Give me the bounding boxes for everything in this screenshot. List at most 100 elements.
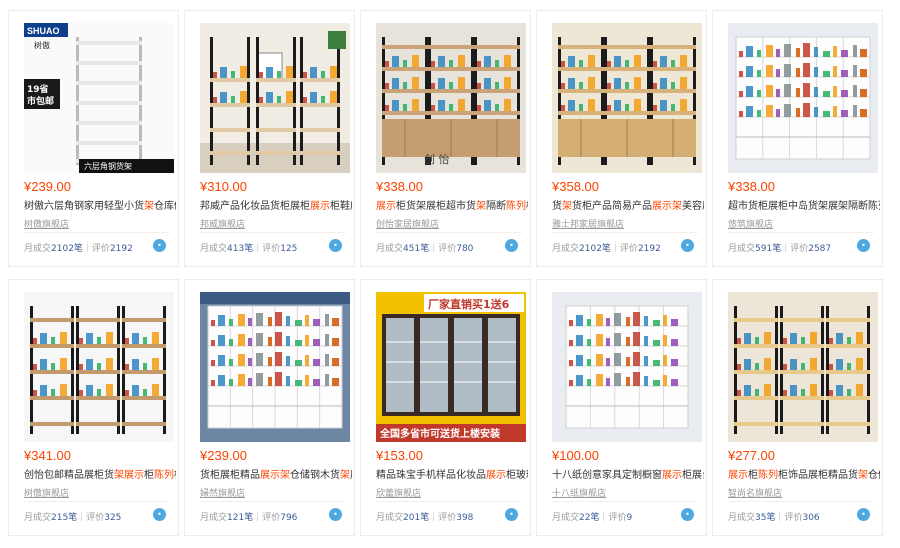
product-price: ¥358.00: [552, 179, 599, 194]
product-image[interactable]: [200, 292, 350, 442]
monthly-sales: 2102笔: [579, 244, 611, 254]
product-image[interactable]: [728, 23, 878, 173]
shop-name-link[interactable]: 婦然旗舰店: [200, 486, 245, 499]
shop-name-link[interactable]: 雅士邦家居旗舰店: [552, 217, 624, 230]
product-card[interactable]: SHUAO 树傲 19省 市包邮 六层角钢货架 ¥239.00 树傲六层角钢家用轻型小货架仓…: [8, 10, 179, 267]
product-price: ¥239.00: [24, 179, 71, 194]
wangwang-chat-icon[interactable]: •: [681, 508, 694, 521]
product-card[interactable]: ¥277.00 展示柜陈列柜饰品展柜精品货架仓储家智尚名旗舰店月成交35笔评价30…: [712, 279, 883, 536]
product-card[interactable]: 厂家直销买1送6 全国多省市可送货上楼安装 ¥153.00 精品珠宝手机样品化妆品展示…: [360, 279, 531, 536]
product-card[interactable]: ¥358.00 货架货柜产品简易产品展示架美容展柜雅士邦家居旗舰店月成交2102笔…: [536, 10, 707, 267]
product-image[interactable]: [552, 292, 702, 442]
shop-name-link[interactable]: 悠筑旗舰店: [728, 217, 773, 230]
title-text: 柜玻璃柜: [506, 470, 528, 481]
title-keyword-highlight: 陈列: [506, 201, 526, 212]
product-title-link[interactable]: 展示柜陈列柜饰品展柜精品货架仓储家: [728, 469, 880, 482]
wangwang-chat-icon[interactable]: •: [153, 508, 166, 521]
wangwang-chat-icon[interactable]: •: [329, 239, 342, 252]
promo-banner-top: 厂家直销买1送6: [428, 297, 510, 311]
card-divider: [728, 232, 874, 233]
product-title-link[interactable]: 精品珠宝手机样品化妆品展示柜玻璃柜: [376, 469, 528, 482]
product-image-graphic: 厂家直销买1送6 全国多省市可送货上楼安装: [376, 292, 526, 442]
product-card[interactable]: ¥310.00 邦威产品化妆品货柜展柜展示柜鞋店货邦威旗舰店月成交413笔评价12…: [184, 10, 355, 267]
brand-logo: SHUAO: [27, 26, 60, 36]
shop-name-link[interactable]: 十八纸旗舰店: [552, 486, 606, 499]
sales-stats: 月成交451笔 评价780: [376, 241, 473, 254]
wangwang-chat-icon[interactable]: •: [153, 239, 166, 252]
review-count: 780: [456, 244, 474, 254]
product-title-link[interactable]: 邦威产品化妆品货柜展柜展示柜鞋店货: [200, 200, 352, 213]
title-text: 柜精: [526, 201, 528, 212]
reviews-label: 评价: [619, 244, 638, 254]
product-title-link[interactable]: 货柜展柜精品展示架仓储钢木货架屏风: [200, 469, 352, 482]
product-price: ¥153.00: [376, 448, 423, 463]
stats-separator: [86, 243, 88, 252]
product-card[interactable]: 创 怡 ¥338.00 展示柜货架展柜超市货架隔断陈列柜精创怡家居旗舰店月成交451…: [360, 10, 531, 267]
monthly-sales: 121笔: [227, 513, 254, 523]
product-image-graphic: [552, 292, 702, 442]
wangwang-chat-icon[interactable]: •: [329, 508, 342, 521]
wangwang-chat-icon[interactable]: •: [681, 239, 694, 252]
product-image[interactable]: [200, 23, 350, 173]
product-card[interactable]: ¥239.00 货柜展柜精品展示架仓储钢木货架屏风婦然旗舰店月成交121笔评价79…: [184, 279, 355, 536]
review-count: 2192: [637, 244, 661, 254]
product-price: ¥338.00: [728, 179, 775, 194]
product-image-graphic: [200, 292, 350, 442]
product-image[interactable]: SHUAO 树傲 19省 市包邮 六层角钢货架: [24, 23, 174, 173]
reviews-label: 评价: [262, 513, 281, 523]
card-divider: [728, 501, 874, 502]
product-title-link[interactable]: 十八纸创意家具定制橱窗展示柜展台展: [552, 469, 704, 482]
sales-stats: 月成交591笔 评价2587: [728, 241, 831, 254]
brand-logo-sub: 树傲: [34, 40, 50, 50]
product-title-link[interactable]: 展示柜货架展柜超市货架隔断陈列柜精: [376, 200, 528, 213]
title-text: 美容展柜: [682, 201, 704, 212]
shop-name-link[interactable]: 创怡家居旗舰店: [376, 217, 439, 230]
monthly-sales: 215笔: [51, 513, 78, 523]
sales-stats: 月成交121笔 评价796: [200, 510, 297, 523]
card-divider: [552, 501, 698, 502]
shop-name-link[interactable]: 树傲旗舰店: [24, 486, 69, 499]
shop-name-link[interactable]: 智尚名旗舰店: [728, 486, 782, 499]
product-card[interactable]: ¥338.00 超市货柜展柜中岛货架展架隔断陈列柜悠筑旗舰店月成交591笔评价25…: [712, 10, 883, 267]
product-image-graphic: [24, 292, 174, 442]
sales-stats: 月成交2102笔 评价2192: [24, 241, 133, 254]
product-card[interactable]: ¥100.00 十八纸创意家具定制橱窗展示柜展台展十八纸旗舰店月成交22笔评价9 •: [536, 279, 707, 536]
card-divider: [376, 501, 522, 502]
image-caption: 六层角钢货架: [84, 161, 132, 171]
wangwang-chat-icon[interactable]: •: [505, 508, 518, 521]
title-text: 柜鞋店货: [330, 201, 352, 212]
wangwang-chat-icon[interactable]: •: [505, 239, 518, 252]
product-title-link[interactable]: 超市货柜展柜中岛货架展架隔断陈列柜: [728, 200, 880, 213]
card-divider: [24, 501, 170, 502]
product-title-link[interactable]: 树傲六层角钢家用轻型小货架仓库储物: [24, 200, 176, 213]
product-image[interactable]: [552, 23, 702, 173]
product-price: ¥338.00: [376, 179, 423, 194]
title-keyword-highlight: 陈列: [154, 470, 174, 481]
product-image-graphic: [728, 23, 878, 173]
product-title-link[interactable]: 创怡包邮精品展柜货架展示柜陈列柜化: [24, 469, 176, 482]
product-image-graphic: SHUAO 树傲 19省市包邮六层角钢货架: [24, 23, 174, 173]
product-image[interactable]: [24, 292, 174, 442]
sales-label: 月成交: [552, 244, 580, 254]
wangwang-chat-icon[interactable]: •: [857, 239, 870, 252]
stats-separator: [785, 243, 787, 252]
shop-name-link[interactable]: 邦威旗舰店: [200, 217, 245, 230]
review-count: 306: [802, 513, 820, 523]
reviews-label: 评价: [86, 513, 105, 523]
product-image[interactable]: [728, 292, 878, 442]
wangwang-chat-icon[interactable]: •: [857, 508, 870, 521]
title-text: 仓库储物: [154, 201, 176, 212]
sales-stats: 月成交2102笔 评价2192: [552, 241, 661, 254]
title-text: 柜货架展柜超市货: [396, 201, 476, 212]
product-title-link[interactable]: 货架货柜产品简易产品展示架美容展柜: [552, 200, 704, 213]
monthly-sales: 201笔: [403, 513, 430, 523]
shop-name-link[interactable]: 树傲旗舰店: [24, 217, 69, 230]
monthly-sales: 413笔: [227, 244, 254, 254]
product-image[interactable]: 创 怡: [376, 23, 526, 173]
shop-name-link[interactable]: 欣蕾旗舰店: [376, 486, 421, 499]
product-price: ¥277.00: [728, 448, 775, 463]
product-card[interactable]: ¥341.00 创怡包邮精品展柜货架展示柜陈列柜化树傲旗舰店月成交215笔评价32…: [8, 279, 179, 536]
stats-separator: [614, 243, 616, 252]
product-image[interactable]: 厂家直销买1送6 全国多省市可送货上楼安装: [376, 292, 526, 442]
title-keyword-highlight: 架: [562, 201, 572, 212]
